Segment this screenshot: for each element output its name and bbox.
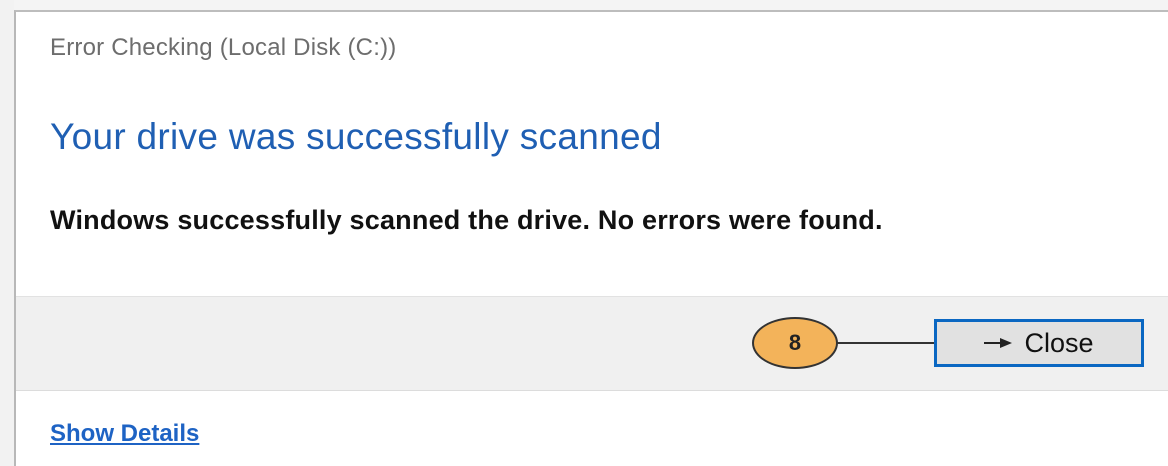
annotation-connector-line (836, 342, 938, 344)
dialog-heading: Your drive was successfully scanned (50, 116, 662, 157)
arrow-right-icon (984, 337, 1014, 349)
step-number-badge: 8 (752, 317, 838, 369)
dialog-title: Error Checking (Local Disk (C:)) (50, 34, 397, 61)
close-button-label: Close (1024, 327, 1094, 358)
dialog-footer: 8 Close (16, 296, 1168, 391)
background-left (0, 0, 14, 466)
dialog-message: Windows successfully scanned the drive. … (50, 205, 883, 235)
background-top (0, 0, 1168, 10)
close-button[interactable]: Close (934, 319, 1144, 367)
error-checking-dialog: Error Checking (Local Disk (C:)) Your dr… (14, 10, 1168, 466)
step-number: 8 (788, 330, 802, 355)
show-details-link[interactable]: Show Details (50, 420, 199, 448)
screen: Error Checking (Local Disk (C:)) Your dr… (0, 0, 1168, 466)
